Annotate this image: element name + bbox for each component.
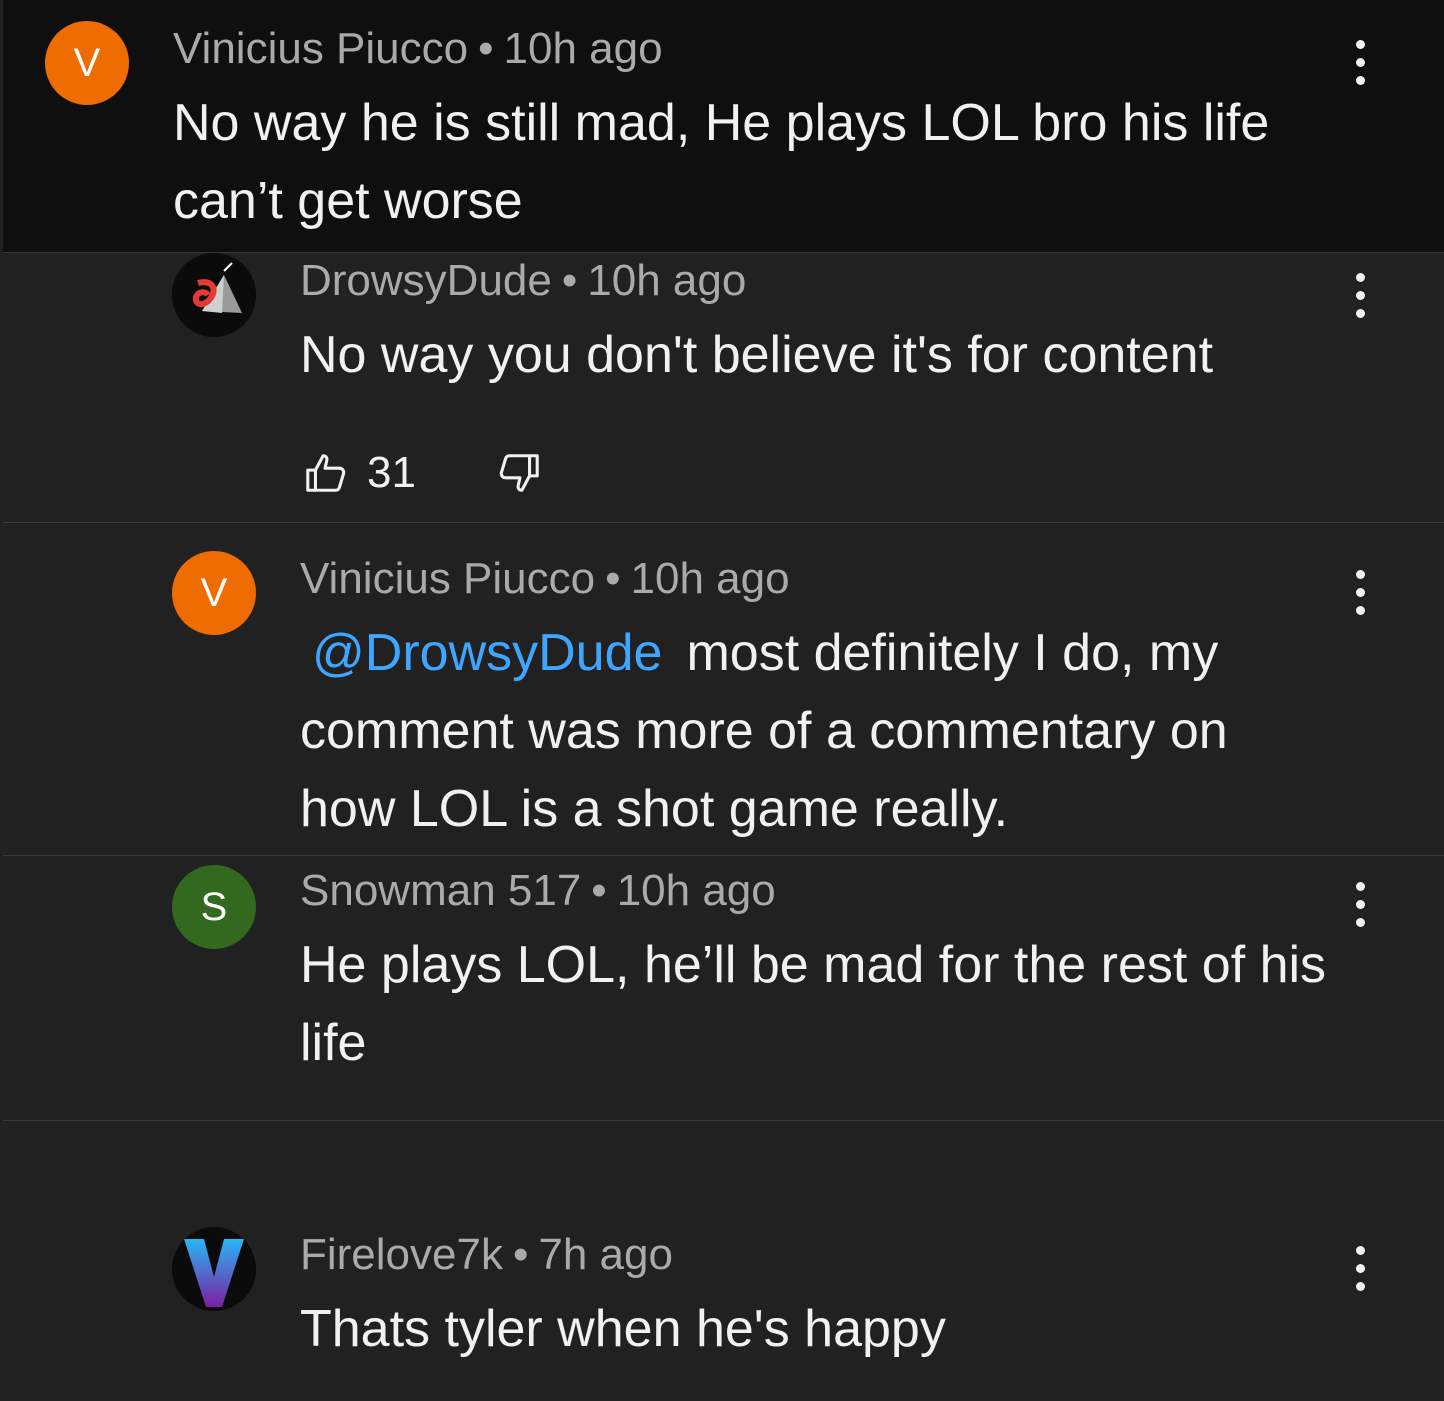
comment-author[interactable]: DrowsyDude [300, 256, 552, 305]
meta-separator: • [605, 554, 621, 603]
comment-author[interactable]: Snowman 517 [300, 866, 581, 915]
comment-time[interactable]: 10h ago [617, 866, 776, 915]
comment-actions: 31 [303, 448, 542, 498]
thumbs-up-icon[interactable] [303, 450, 349, 496]
comment-meta: Snowman 517 • 10h ago [300, 866, 776, 916]
user-mention-link[interactable]: @DrowsyDude [312, 624, 662, 682]
more-vert-icon[interactable] [1340, 265, 1380, 325]
comment-time[interactable]: 10h ago [504, 24, 663, 73]
comment-author[interactable]: Firelove7k [300, 1230, 503, 1279]
drowsydude-logo-avatar-icon [172, 253, 256, 337]
meta-separator: • [512, 1230, 529, 1279]
comment-author[interactable]: Vinicius Piucco [300, 554, 595, 603]
comment-text: Thats tyler when he's happy [300, 1300, 946, 1358]
avatar-letter: S [200, 884, 228, 929]
comment-meta: Vinicius Piucco • 10h ago [300, 554, 790, 604]
comment-text: @DrowsyDude most definitely I do, my comm… [300, 614, 1310, 848]
avatar-letter: V [200, 570, 228, 615]
more-vert-icon[interactable] [1340, 1238, 1380, 1298]
like-count: 31 [367, 448, 416, 497]
thumbs-down-icon[interactable] [496, 450, 542, 496]
comment-time[interactable]: 10h ago [587, 256, 746, 305]
meta-separator: • [561, 256, 578, 305]
divider [3, 522, 1444, 523]
avatar[interactable]: V [45, 21, 129, 105]
divider [3, 1120, 1444, 1121]
comment-text: No way you don't believe it's for conten… [300, 326, 1214, 384]
meta-separator: • [478, 24, 494, 73]
avatar[interactable] [172, 253, 256, 337]
avatar[interactable]: V [172, 551, 256, 635]
meta-separator: • [591, 866, 607, 915]
comment-meta: Firelove7k • 7h ago [300, 1230, 673, 1280]
more-vert-icon[interactable] [1340, 32, 1380, 92]
avatar-letter: V [73, 40, 101, 85]
comment-text: No way he is still mad, He plays LOL bro… [173, 94, 1270, 230]
comment-author[interactable]: Vinicius Piucco [173, 24, 468, 73]
avatar[interactable] [172, 1227, 256, 1311]
v-logo-avatar-icon [172, 1227, 256, 1311]
more-vert-icon[interactable] [1340, 562, 1380, 622]
divider [3, 855, 1444, 856]
comment-meta: Vinicius Piucco • 10h ago [173, 24, 663, 74]
comment-meta: DrowsyDude • 10h ago [300, 256, 746, 306]
comment-time[interactable]: 10h ago [631, 554, 790, 603]
more-vert-icon[interactable] [1340, 874, 1380, 934]
comment-text: He plays LOL, he’ll be mad for the rest … [300, 936, 1327, 1072]
avatar[interactable]: S [172, 865, 256, 949]
comment-time[interactable]: 7h ago [538, 1230, 673, 1279]
